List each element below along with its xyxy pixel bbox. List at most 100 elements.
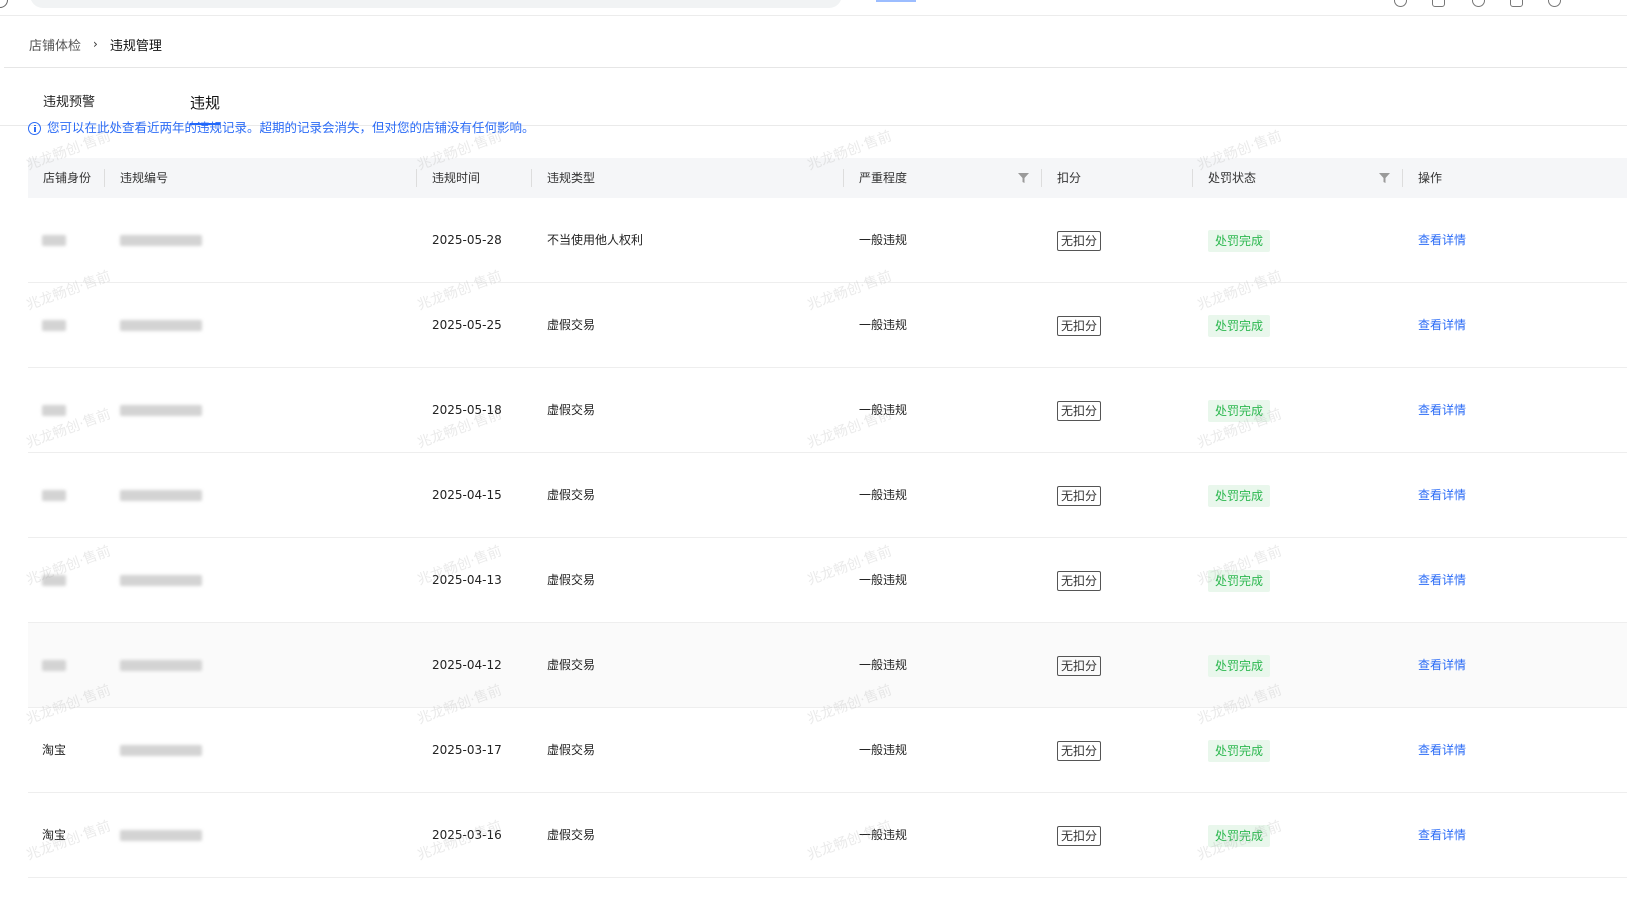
table-row: 2025-04-13 虚假交易 一般违规 无扣分 处罚完成 查看详情 <box>28 538 1627 623</box>
severity: 一般违规 <box>859 403 908 417</box>
table-row: 2025-05-28 不当使用他人权利 一般违规 无扣分 处罚完成 查看详情 <box>28 198 1627 283</box>
violation-type: 虚假交易 <box>547 318 596 332</box>
view-details-link[interactable]: 查看详情 <box>1418 793 1466 877</box>
severity: 一般违规 <box>859 828 908 842</box>
violation-type: 虚假交易 <box>547 573 596 587</box>
redacted-violation-id <box>120 830 202 841</box>
severity-filter-icon[interactable] <box>1018 173 1029 183</box>
violation-type: 虚假交易 <box>547 743 596 757</box>
table-row: 2025-04-15 虚假交易 一般违规 无扣分 处罚完成 查看详情 <box>28 453 1627 538</box>
shop-identity: 淘宝 <box>42 828 67 842</box>
redacted-shop <box>42 235 66 246</box>
view-details-link[interactable]: 查看详情 <box>1418 538 1466 622</box>
column-header-penalty-status: 处罚状态 <box>1208 171 1257 185</box>
violation-time: 2025-05-25 <box>432 318 502 332</box>
table-row: 淘宝 2025-03-16 虚假交易 一般违规 无扣分 处罚完成 查看详情 <box>28 793 1627 878</box>
column-header-deduction: 扣分 <box>1057 171 1082 185</box>
violation-type: 虚假交易 <box>547 828 596 842</box>
redacted-shop <box>42 490 66 501</box>
violation-table: 店铺身份 违规编号 违规时间 违规类型 严重程度 扣分 处罚状态 操作 2025… <box>28 158 1627 878</box>
severity: 一般违规 <box>859 573 908 587</box>
violation-time: 2025-05-18 <box>432 403 502 417</box>
help-icon[interactable] <box>1394 0 1407 7</box>
redacted-shop <box>42 575 66 586</box>
column-header-violation-type: 违规类型 <box>547 171 596 185</box>
view-details-link[interactable]: 查看详情 <box>1418 453 1466 537</box>
column-header-severity: 严重程度 <box>859 171 908 185</box>
column-divider <box>416 169 417 187</box>
violation-type: 虚假交易 <box>547 658 596 672</box>
table-row: 2025-04-12 虚假交易 一般违规 无扣分 处罚完成 查看详情 <box>28 623 1627 708</box>
violation-time: 2025-03-16 <box>432 828 502 842</box>
redacted-violation-id <box>120 660 202 671</box>
breadcrumb-current: 违规管理 <box>109 38 162 54</box>
column-header-violation-time: 违规时间 <box>432 171 481 185</box>
chevron-right-icon: › <box>93 37 98 51</box>
redacted-violation-id <box>120 235 202 246</box>
violation-type: 虚假交易 <box>547 488 596 502</box>
view-details-link[interactable]: 查看详情 <box>1418 623 1466 707</box>
redacted-shop <box>42 405 66 416</box>
deduction-badge: 无扣分 <box>1057 571 1102 591</box>
violation-time: 2025-03-17 <box>432 743 502 757</box>
column-divider <box>1041 169 1042 187</box>
column-divider <box>1402 169 1403 187</box>
violation-type: 不当使用他人权利 <box>547 233 644 247</box>
bell-icon[interactable] <box>1472 0 1485 7</box>
status-badge: 处罚完成 <box>1208 570 1271 592</box>
status-badge: 处罚完成 <box>1208 485 1271 507</box>
status-badge: 处罚完成 <box>1208 825 1271 847</box>
view-details-link[interactable]: 查看详情 <box>1418 708 1466 792</box>
status-badge: 处罚完成 <box>1208 315 1271 337</box>
view-details-link[interactable]: 查看详情 <box>1418 283 1466 367</box>
column-header-action: 操作 <box>1418 171 1443 185</box>
severity: 一般违规 <box>859 658 908 672</box>
redacted-violation-id <box>120 320 202 331</box>
document-icon[interactable] <box>1432 0 1445 7</box>
violation-time: 2025-04-13 <box>432 573 502 587</box>
table-body: 2025-05-28 不当使用他人权利 一般违规 无扣分 处罚完成 查看详情 2… <box>28 198 1627 878</box>
redacted-violation-id <box>120 405 202 416</box>
breadcrumb-parent-link[interactable]: 店铺体检 <box>29 35 81 54</box>
column-divider <box>104 169 105 187</box>
status-badge: 处罚完成 <box>1208 230 1271 252</box>
redacted-violation-id <box>120 575 202 586</box>
severity: 一般违规 <box>859 233 908 247</box>
view-details-link[interactable]: 查看详情 <box>1418 368 1466 452</box>
table-header: 店铺身份 违规编号 违规时间 违规类型 严重程度 扣分 处罚状态 操作 <box>28 158 1627 198</box>
info-notice: 您可以在此处查看近两年的违规记录。超期的记录会消失，但对您的店铺没有任何影响。 <box>28 120 535 136</box>
redacted-violation-id <box>120 745 202 756</box>
table-row: 2025-05-18 虚假交易 一般违规 无扣分 处罚完成 查看详情 <box>28 368 1627 453</box>
severity: 一般违规 <box>859 488 908 502</box>
deduction-badge: 无扣分 <box>1057 231 1102 251</box>
address-bar[interactable] <box>30 0 842 8</box>
deduction-badge: 无扣分 <box>1057 316 1102 336</box>
status-filter-icon[interactable] <box>1379 173 1390 183</box>
deduction-badge: 无扣分 <box>1057 656 1102 676</box>
redacted-shop <box>42 660 66 671</box>
redacted-shop <box>42 320 66 331</box>
violation-time: 2025-04-15 <box>432 488 502 502</box>
shop-identity: 淘宝 <box>42 743 67 757</box>
table-row: 淘宝 2025-03-17 虚假交易 一般违规 无扣分 处罚完成 查看详情 <box>28 708 1627 793</box>
status-badge: 处罚完成 <box>1208 740 1271 762</box>
violation-type: 虚假交易 <box>547 403 596 417</box>
header-divider <box>4 67 1627 68</box>
view-details-link[interactable]: 查看详情 <box>1418 198 1466 282</box>
column-divider <box>531 169 532 187</box>
deduction-badge: 无扣分 <box>1057 401 1102 421</box>
column-header-violation-id: 违规编号 <box>120 171 169 185</box>
user-icon[interactable] <box>1548 0 1561 7</box>
severity: 一般违规 <box>859 743 908 757</box>
breadcrumb: 店铺体检 › 违规管理 <box>29 34 162 54</box>
redacted-violation-id <box>120 490 202 501</box>
deduction-badge: 无扣分 <box>1057 741 1102 761</box>
status-badge: 处罚完成 <box>1208 655 1271 677</box>
violation-time: 2025-04-12 <box>432 658 502 672</box>
severity: 一般违规 <box>859 318 908 332</box>
window-icon[interactable] <box>1510 0 1523 7</box>
deduction-badge: 无扣分 <box>1057 486 1102 506</box>
toolbar-link[interactable] <box>876 0 916 2</box>
refresh-icon[interactable] <box>0 0 8 8</box>
table-row: 2025-05-25 虚假交易 一般违规 无扣分 处罚完成 查看详情 <box>28 283 1627 368</box>
